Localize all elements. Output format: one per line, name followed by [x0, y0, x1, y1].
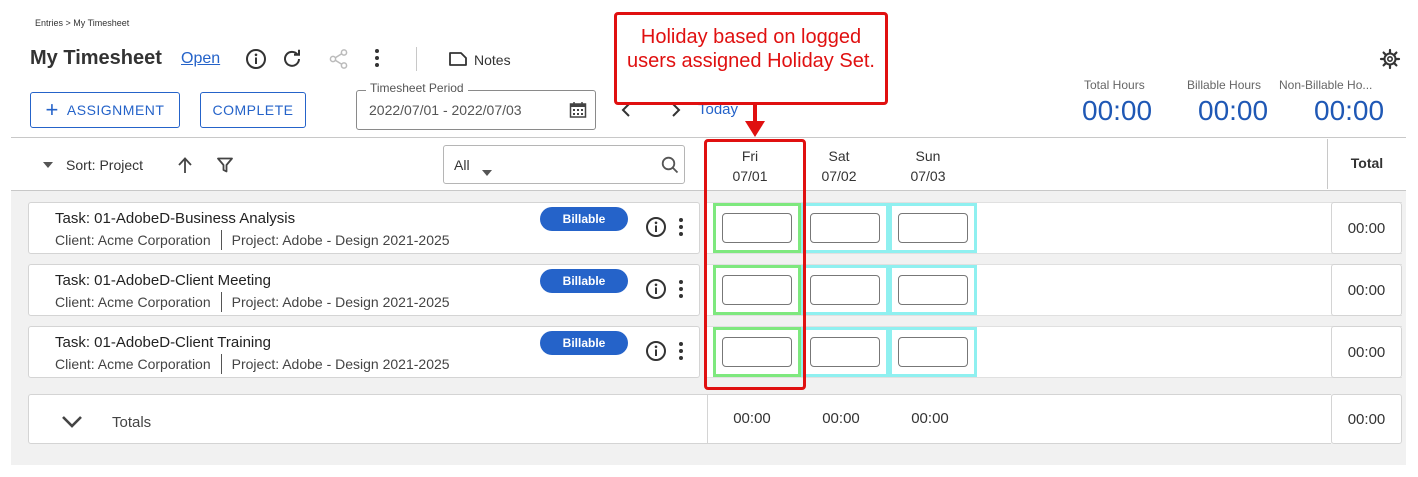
caret-down-icon[interactable] [36, 153, 60, 177]
hours-input-sat[interactable] [810, 275, 880, 305]
client-name: Client: Acme Corporation [55, 294, 211, 310]
status-link[interactable]: Open [181, 50, 220, 68]
info-icon[interactable] [644, 277, 668, 301]
row-meta: Client: Acme Corporation Project: Adobe -… [55, 230, 450, 250]
task-name: Task: 01-AdobeD-Client Training [55, 334, 271, 351]
billable-hours-label: Billable Hours [1187, 78, 1262, 92]
day-date: 07/03 [910, 168, 946, 184]
hours-input-sun[interactable] [898, 337, 968, 367]
refresh-icon[interactable] [280, 46, 304, 70]
holiday-highlight-frame [704, 139, 806, 390]
row-meta: Client: Acme Corporation Project: Adobe -… [55, 292, 450, 312]
chevron-down-icon[interactable] [60, 410, 84, 434]
more-vert-icon[interactable] [365, 46, 389, 70]
day-header-sun: Sun 07/03 [888, 146, 968, 186]
grand-total: 00:00 [1331, 394, 1402, 444]
hours-input-sat[interactable] [810, 213, 880, 243]
more-vert-icon[interactable] [669, 215, 693, 239]
complete-button[interactable]: COMPLETE [200, 92, 306, 128]
info-icon[interactable] [644, 339, 668, 363]
timesheet-period-label: Timesheet Period [366, 81, 468, 95]
add-assignment-button[interactable]: + ASSIGNMENT [30, 92, 180, 128]
total-header: Total [1350, 155, 1384, 171]
info-icon[interactable] [644, 215, 668, 239]
share-icon[interactable] [327, 47, 351, 71]
row-total: 00:00 [1331, 326, 1402, 378]
note-icon [448, 51, 468, 70]
breadcrumb[interactable]: Entries > My Timesheet [35, 18, 129, 28]
billable-badge: Billable [540, 207, 628, 231]
arrow-up-icon[interactable] [173, 153, 197, 177]
project-name: Project: Adobe - Design 2021-2025 [231, 294, 450, 310]
more-vert-icon[interactable] [669, 277, 693, 301]
annotation-callout: Holiday based on logged users assigned H… [614, 12, 888, 105]
timesheet-period-value[interactable]: 2022/07/01 - 2022/07/03 [369, 102, 522, 118]
project-name: Project: Adobe - Design 2021-2025 [231, 232, 450, 248]
row-meta: Client: Acme Corporation Project: Adobe -… [55, 354, 450, 374]
billable-badge: Billable [540, 331, 628, 355]
day-name: Sun [915, 148, 941, 164]
row-total: 00:00 [1331, 202, 1402, 254]
day-name: Sat [828, 148, 850, 164]
notes-button[interactable]: Notes [448, 48, 511, 72]
project-name: Project: Adobe - Design 2021-2025 [231, 356, 450, 372]
non-billable-hours-label: Non-Billable Ho... [1279, 78, 1373, 92]
total-sun: 00:00 [911, 410, 949, 427]
totals-label: Totals [112, 414, 152, 431]
page-title: My Timesheet [30, 47, 162, 69]
task-name: Task: 01-AdobeD-Business Analysis [55, 210, 296, 227]
total-hours-value: 00:00 [1082, 95, 1153, 126]
assignment-label: ASSIGNMENT [66, 102, 165, 118]
hours-input-sun[interactable] [898, 213, 968, 243]
filter-icon[interactable] [213, 153, 237, 177]
gear-icon[interactable] [1378, 47, 1402, 71]
day-header-sat: Sat 07/02 [799, 146, 879, 186]
total-sat: 00:00 [822, 410, 860, 427]
total-hours-label: Total Hours [1084, 78, 1145, 92]
non-billable-hours-value: 00:00 [1314, 95, 1385, 126]
filter-select[interactable] [443, 145, 685, 184]
client-name: Client: Acme Corporation [55, 356, 211, 372]
client-name: Client: Acme Corporation [55, 232, 211, 248]
search-icon[interactable] [658, 153, 682, 177]
filter-value: All [454, 157, 470, 173]
hours-input-sat[interactable] [810, 337, 880, 367]
row-total: 00:00 [1331, 264, 1402, 316]
day-date: 07/02 [821, 168, 857, 184]
total-fri: 00:00 [733, 410, 771, 427]
billable-badge: Billable [540, 269, 628, 293]
more-vert-icon[interactable] [669, 339, 693, 363]
sort-label[interactable]: Sort: Project [66, 157, 143, 173]
dropdown-arrow-icon [482, 163, 492, 181]
info-icon[interactable] [244, 47, 268, 71]
calendar-icon[interactable] [566, 98, 590, 122]
annotation-arrow-head [745, 121, 765, 137]
toolbar-divider [416, 47, 417, 71]
plus-icon: + [45, 97, 59, 122]
billable-hours-value: 00:00 [1198, 95, 1269, 126]
hours-input-sun[interactable] [898, 275, 968, 305]
task-name: Task: 01-AdobeD-Client Meeting [55, 272, 271, 289]
notes-label: Notes [474, 52, 511, 68]
